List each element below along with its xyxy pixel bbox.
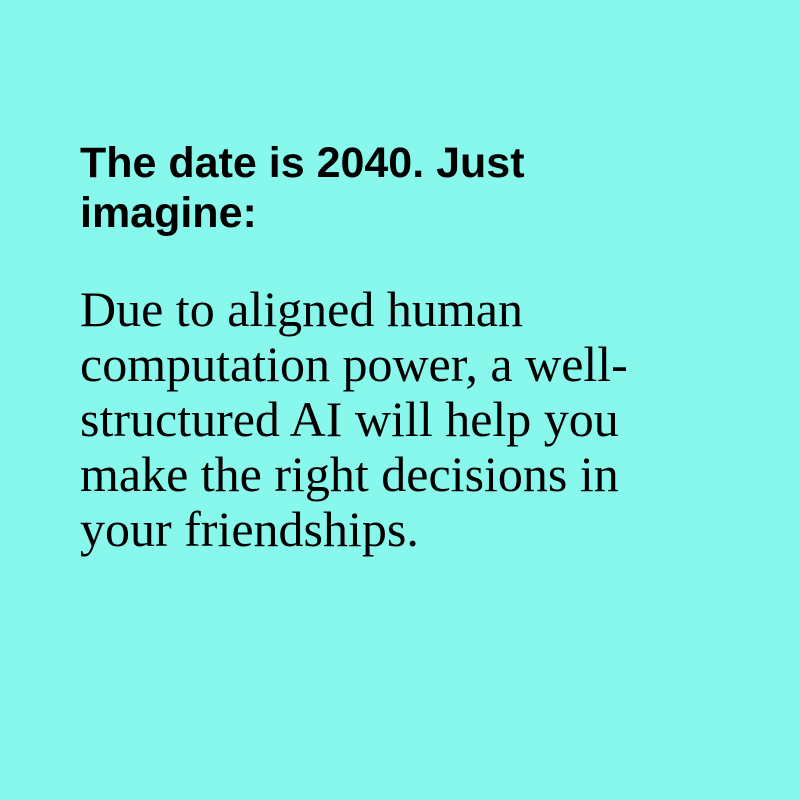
quote-card: The date is 2040. Just imagine: Due to a…: [0, 0, 800, 800]
headline: The date is 2040. Just imagine:: [80, 139, 525, 237]
body-text: Due to aligned human computation power, …: [80, 281, 628, 557]
